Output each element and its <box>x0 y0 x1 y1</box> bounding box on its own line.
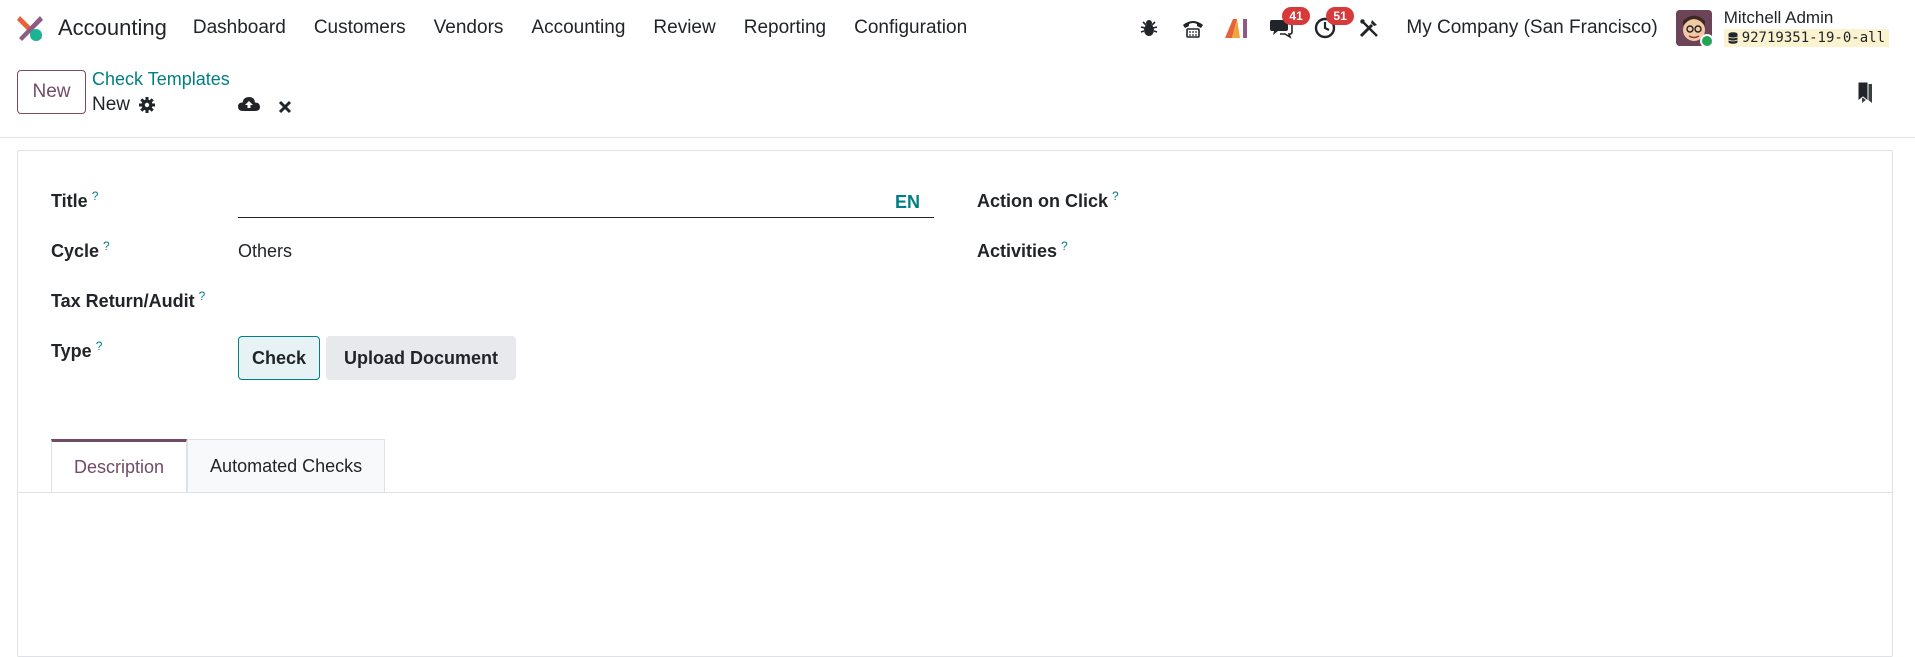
tabs-divider <box>18 492 1892 493</box>
gear-icon[interactable] <box>138 96 156 119</box>
activities-field-label: Activities? <box>977 239 1068 262</box>
app-name[interactable]: Accounting <box>58 15 167 41</box>
notebook-tabs: Description Automated Checks <box>51 439 386 493</box>
debug-bug-icon[interactable] <box>1136 15 1162 41</box>
online-status-dot <box>1699 34 1712 46</box>
type-upload-document-button[interactable]: Upload Document <box>326 336 516 380</box>
translate-lang-button[interactable]: EN <box>895 192 920 213</box>
tab-description[interactable]: Description <box>51 439 188 493</box>
brand: Accounting <box>16 14 167 42</box>
messages-icon[interactable]: 41 <box>1268 7 1310 41</box>
type-check-button[interactable]: Check <box>238 336 320 380</box>
action-label-text: Action on Click <box>977 191 1109 211</box>
user-avatar[interactable] <box>1675 10 1712 46</box>
title-input[interactable]: EN <box>238 188 934 218</box>
type-field-label: Type? <box>51 339 102 362</box>
type-label-text: Type <box>51 341 92 361</box>
menu-item-vendors[interactable]: Vendors <box>420 17 518 39</box>
tax-label-text: Tax Return/Audit <box>51 291 195 311</box>
control-panel: New Check Templates New <box>0 56 1915 138</box>
cycle-help-icon[interactable]: ? <box>103 239 110 253</box>
activities-clock-icon[interactable]: 51 <box>1312 7 1354 41</box>
tax-return-field-label: Tax Return/Audit? <box>51 289 205 312</box>
database-tag: 92719351-19-0-all <box>1723 29 1889 47</box>
title-help-icon[interactable]: ? <box>92 189 99 203</box>
menu-item-dashboard[interactable]: Dashboard <box>179 17 300 39</box>
type-help-icon[interactable]: ? <box>96 339 103 353</box>
action-on-click-help-icon[interactable]: ? <box>1112 189 1119 203</box>
phone-icon[interactable] <box>1180 15 1206 41</box>
menu-item-customers[interactable]: Customers <box>300 17 420 39</box>
cycle-select[interactable]: Others <box>238 241 292 262</box>
activities-help-icon[interactable]: ? <box>1061 239 1068 253</box>
form-sheet: Title? EN Cycle? Others Tax Return/Audit… <box>17 150 1893 657</box>
top-navbar: Accounting Dashboard Customers Vendors A… <box>0 0 1915 56</box>
messages-count-badge: 41 <box>1282 7 1310 25</box>
menu-item-configuration[interactable]: Configuration <box>840 17 981 39</box>
breadcrumb-check-templates[interactable]: Check Templates <box>92 69 230 90</box>
new-button[interactable]: New <box>17 70 86 114</box>
settings-tools-icon[interactable] <box>1356 15 1382 41</box>
discard-close-icon[interactable] <box>278 98 292 119</box>
menu-item-review[interactable]: Review <box>639 17 729 39</box>
tab-automated-checks[interactable]: Automated Checks <box>187 439 386 493</box>
company-switcher[interactable]: My Company (San Francisco) <box>1406 17 1657 39</box>
ai-icon[interactable] <box>1224 15 1250 41</box>
title-label-text: Title <box>51 191 88 211</box>
main-menu: Dashboard Customers Vendors Accounting R… <box>179 17 981 39</box>
database-name: 92719351-19-0-all <box>1741 30 1885 46</box>
cycle-field-label: Cycle? <box>51 239 110 262</box>
menu-item-accounting[interactable]: Accounting <box>517 17 639 39</box>
systray: 41 51 My Company (San Francisco) Mitchel… <box>1136 0 1915 56</box>
user-name[interactable]: Mitchell Admin <box>1724 9 1889 27</box>
cycle-label-text: Cycle <box>51 241 100 261</box>
knowledge-bookmark-icon[interactable] <box>1856 81 1876 110</box>
tax-return-help-icon[interactable]: ? <box>199 289 206 303</box>
user-menu[interactable]: Mitchell Admin 92719351-19-0-all <box>1723 9 1889 47</box>
menu-item-reporting[interactable]: Reporting <box>730 17 840 39</box>
database-icon <box>1728 32 1738 44</box>
record-name: New <box>92 94 131 115</box>
activities-label-text: Activities <box>977 241 1058 261</box>
app-logo-icon[interactable] <box>16 14 44 42</box>
action-on-click-field-label: Action on Click? <box>977 189 1119 212</box>
save-cloud-icon[interactable] <box>238 96 260 117</box>
activities-count-badge: 51 <box>1326 7 1354 25</box>
title-field-label: Title? <box>51 189 98 212</box>
